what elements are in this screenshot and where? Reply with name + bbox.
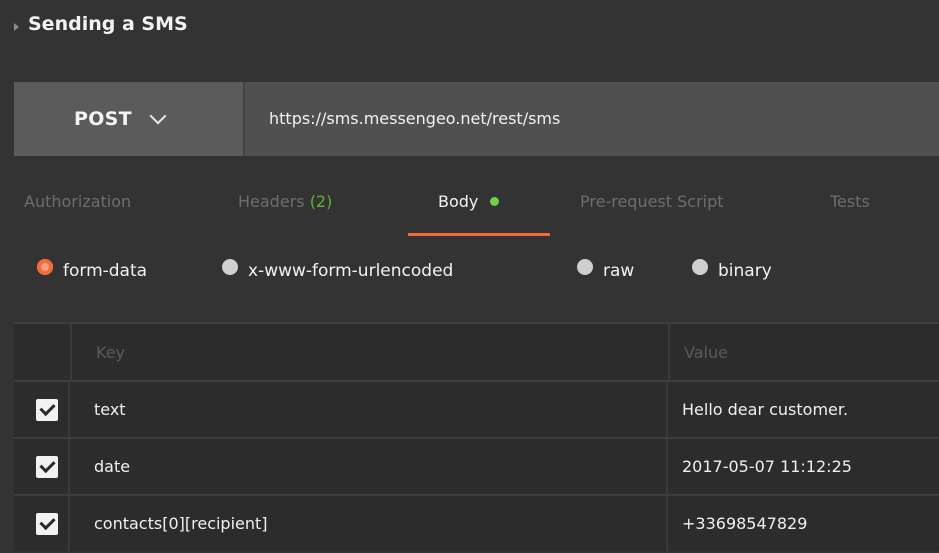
- method-label: POST: [74, 108, 132, 130]
- expand-chevron-icon[interactable]: [14, 22, 19, 31]
- value-cell[interactable]: Hello dear customer.: [668, 382, 939, 437]
- key-text: text: [94, 400, 126, 419]
- key-column-header: Key: [72, 324, 670, 380]
- table-row: date 2017-05-07 11:12:25: [14, 437, 939, 494]
- table-row: text Hello dear customer.: [14, 380, 939, 437]
- row-checkbox[interactable]: [36, 455, 58, 478]
- radio-raw[interactable]: raw: [577, 259, 635, 281]
- tab-pre-request-script[interactable]: Pre-request Script: [580, 180, 724, 236]
- tab-label: Headers: [238, 192, 305, 211]
- table-row: contacts[0][recipient] +33698547829: [14, 494, 939, 551]
- radio-label: form-data: [63, 261, 148, 281]
- tab-label: Pre-request Script: [580, 192, 724, 211]
- row-checkbox[interactable]: [36, 512, 58, 535]
- chevron-down-icon: [149, 107, 167, 125]
- row-checkbox[interactable]: [36, 398, 58, 421]
- tab-headers[interactable]: Headers (2): [238, 180, 332, 236]
- key-cell[interactable]: date: [70, 439, 668, 494]
- active-tab-underline: [408, 233, 550, 236]
- tab-label: Body: [438, 192, 479, 211]
- value-text: 2017-05-07 11:12:25: [682, 457, 852, 476]
- radio-label: binary: [718, 261, 772, 281]
- tab-tests[interactable]: Tests: [830, 180, 870, 236]
- row-checkbox-cell: [14, 439, 70, 494]
- key-cell[interactable]: contacts[0][recipient]: [70, 496, 668, 551]
- request-tabs: Authorization Headers (2) Body Pre-reque…: [0, 180, 939, 236]
- key-text: date: [94, 457, 131, 476]
- form-data-table: Key Value text Hello dear customer. date: [14, 322, 939, 551]
- url-input[interactable]: [245, 82, 939, 156]
- radio-checked-icon[interactable]: [37, 259, 53, 275]
- radio-label: raw: [603, 261, 635, 281]
- tab-label: Authorization: [24, 192, 132, 211]
- key-cell[interactable]: text: [70, 382, 668, 437]
- tab-body[interactable]: Body: [408, 180, 550, 236]
- status-dot-icon: [490, 197, 500, 206]
- value-text: +33698547829: [682, 514, 808, 533]
- header-check-column: [14, 324, 72, 380]
- radio-unchecked-icon[interactable]: [577, 259, 593, 275]
- tab-authorization[interactable]: Authorization: [24, 180, 131, 236]
- radio-unchecked-icon[interactable]: [222, 259, 238, 275]
- headers-count-badge: (2): [309, 192, 333, 211]
- body-mode-selector: form-data x-www-form-urlencoded raw bina…: [0, 256, 939, 296]
- radio-label: x-www-form-urlencoded: [248, 261, 454, 281]
- table-header-row: Key Value: [14, 322, 939, 380]
- value-header-label: Value: [684, 342, 728, 362]
- value-text: Hello dear customer.: [682, 400, 849, 419]
- row-checkbox-cell: [14, 496, 70, 551]
- tab-label: Tests: [830, 192, 870, 211]
- request-editor: Sending a SMS POST Authorization Headers…: [0, 0, 939, 553]
- radio-binary[interactable]: binary: [692, 259, 772, 281]
- row-checkbox-cell: [14, 382, 70, 437]
- url-bar: POST: [14, 82, 939, 156]
- value-cell[interactable]: 2017-05-07 11:12:25: [668, 439, 939, 494]
- method-dropdown[interactable]: POST: [14, 82, 245, 156]
- radio-form-data[interactable]: form-data: [37, 259, 148, 281]
- value-column-header: Value: [670, 324, 939, 380]
- value-cell[interactable]: +33698547829: [668, 496, 939, 551]
- radio-x-www-form-urlencoded[interactable]: x-www-form-urlencoded: [222, 259, 454, 281]
- request-title-bar[interactable]: Sending a SMS: [0, 0, 939, 55]
- radio-unchecked-icon[interactable]: [692, 259, 708, 275]
- key-text: contacts[0][recipient]: [94, 514, 268, 533]
- key-header-label: Key: [96, 342, 126, 362]
- request-title: Sending a SMS: [28, 12, 188, 35]
